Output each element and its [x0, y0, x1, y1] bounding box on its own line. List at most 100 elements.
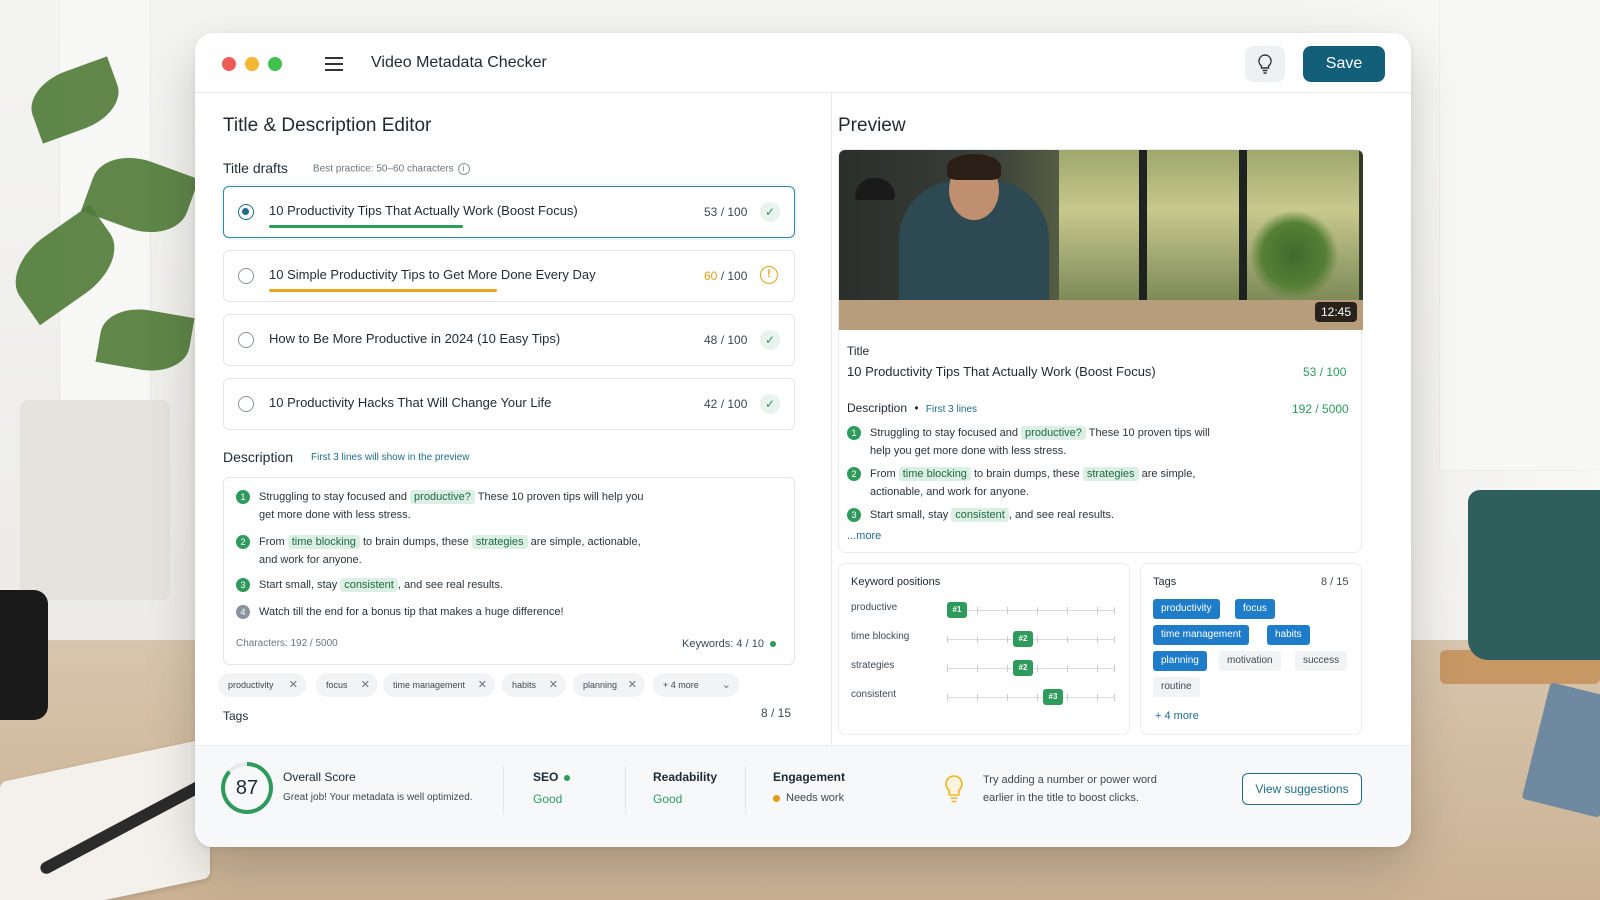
preview-description-line-3: 3 Start small, stay consistent, and see … [847, 506, 1217, 524]
video-duration: 12:45 [1314, 302, 1357, 322]
text-segment: to brain dumps, these [359, 536, 472, 548]
keyword-count: Keywords: 4 / 10 [682, 638, 776, 650]
keyword-highlight: strategies [1082, 467, 1139, 481]
draft-title-text: How to Be More Productive in 2024 (10 Ea… [269, 331, 561, 346]
overall-score-message: Great job! Your metadata is well optimiz… [283, 792, 473, 803]
preview-tag[interactable]: motivation [1219, 651, 1281, 671]
draft-count-max: / 100 [720, 205, 748, 219]
title-draft-3[interactable]: How to Be More Productive in 2024 (10 Ea… [223, 314, 795, 366]
preview-tag[interactable]: routine [1153, 677, 1200, 697]
minimize-window-button[interactable] [245, 57, 259, 71]
preview-more-tags-link[interactable]: + 4 more [1155, 710, 1199, 722]
lightbulb-button[interactable] [1245, 46, 1285, 82]
editor-heading: Title & Description Editor [223, 115, 432, 136]
remove-tag-icon[interactable]: ✕ [628, 673, 637, 697]
description-line-4: 4 Watch till the end for a bonus tip tha… [236, 603, 656, 621]
preview-tag[interactable]: planning [1153, 651, 1207, 671]
keyword-track: #1 [947, 602, 1115, 618]
tag-text: habits [512, 680, 537, 690]
keyword-position-row: strategies #2 [851, 658, 1121, 678]
remove-tag-icon[interactable]: ✕ [289, 673, 298, 697]
engagement-label: Engagement [773, 770, 846, 784]
radio-selected[interactable] [238, 204, 254, 220]
more-tags-dropdown[interactable]: + 4 more ⌄ [653, 673, 739, 697]
video-thumbnail[interactable]: 12:45 [839, 150, 1363, 330]
remove-tag-icon[interactable]: ✕ [361, 673, 370, 697]
preview-description-count: 192 / 5000 [1292, 402, 1349, 416]
summary-separator [625, 766, 626, 814]
tag-text: focus [326, 680, 348, 690]
text-segment: Struggling to stay focused and [870, 427, 1022, 439]
line-number-badge: 3 [236, 578, 250, 592]
check-icon: ✓ [760, 394, 780, 414]
text-segment: , and see real results. [397, 579, 503, 591]
separator-bullet: • [914, 401, 919, 415]
title-drafts-hint: Best practice: 50–60 characters i [313, 163, 470, 175]
check-icon: ✓ [760, 202, 780, 222]
remove-tag-icon[interactable]: ✕ [549, 673, 558, 697]
preview-tag[interactable]: productivity [1153, 599, 1220, 619]
maximize-window-button[interactable] [268, 57, 282, 71]
info-icon[interactable]: i [457, 163, 470, 175]
title-draft-2[interactable]: 10 Simple Productivity Tips to Get More … [223, 250, 795, 302]
text-segment: Struggling to stay focused and [259, 491, 411, 503]
preview-tag[interactable]: time management [1153, 625, 1250, 645]
tag-chip[interactable]: time management ✕ [383, 673, 495, 697]
view-suggestions-button[interactable]: View suggestions [1242, 773, 1362, 805]
score-summary-bar: 87 Overall Score Great job! Your metadat… [195, 745, 1411, 847]
seo-label: SEO [533, 770, 571, 784]
line-text: Struggling to stay focused and productiv… [236, 488, 656, 524]
tag-chip[interactable]: productivity ✕ [218, 673, 306, 697]
text-segment: From [259, 536, 288, 548]
close-window-button[interactable] [222, 57, 236, 71]
radio-unselected[interactable] [238, 396, 254, 412]
keyword-track: #2 [947, 660, 1115, 676]
keyword-count-text: Keywords: 4 / 10 [682, 638, 764, 650]
character-count: Characters: 192 / 5000 [236, 638, 338, 649]
description-line-3: 3 Start small, stay consistent, and see … [236, 576, 656, 594]
keyword-highlight: productive? [410, 490, 475, 504]
lightbulb-icon [1258, 54, 1272, 74]
tag-chip[interactable]: habits ✕ [502, 673, 566, 697]
line-text: From time blocking to brain dumps, these… [236, 533, 656, 569]
line-number-badge: 3 [847, 508, 861, 522]
preview-description-line-1: 1 Struggling to stay focused and product… [847, 424, 1217, 460]
hamburger-menu-icon[interactable] [323, 53, 345, 75]
radio-unselected[interactable] [238, 268, 254, 284]
seo-label-text: SEO [533, 770, 559, 784]
description-textarea[interactable]: 1 Struggling to stay focused and product… [223, 477, 795, 665]
keyword-name: time blocking [851, 631, 910, 642]
seo-value: Good [533, 792, 563, 806]
show-more-link[interactable]: ...more [847, 530, 881, 542]
tag-chip[interactable]: focus ✕ [316, 673, 378, 697]
thumbnail-person-hair [947, 154, 1001, 180]
remove-tag-icon[interactable]: ✕ [478, 673, 487, 697]
preview-tag[interactable]: focus [1235, 599, 1275, 619]
tip-line-2: earlier in the title to boost clicks. [983, 792, 1139, 804]
line-text: Struggling to stay focused and productiv… [847, 424, 1217, 460]
draft-char-count: 53 / 100 [704, 205, 747, 219]
line-number-badge: 1 [236, 490, 250, 504]
preview-title-count: 53 / 100 [1303, 365, 1347, 379]
keyword-position-row: productive #1 [851, 600, 1121, 620]
text-segment: From [870, 468, 899, 480]
save-button[interactable]: Save [1303, 46, 1385, 82]
title-draft-4[interactable]: 10 Productivity Hacks That Will Change Y… [223, 378, 795, 430]
keyword-highlight: time blocking [287, 535, 360, 549]
thumbnail-lamp [855, 178, 895, 200]
title-draft-1[interactable]: 10 Productivity Tips That Actually Work … [223, 186, 795, 238]
panel-divider [831, 93, 832, 793]
description-label: Description [223, 449, 294, 465]
draft-length-bar [269, 289, 497, 292]
preview-description-hint: First 3 lines [925, 404, 978, 415]
overall-score-value: 87 [225, 766, 269, 810]
preview-tag[interactable]: habits [1267, 625, 1310, 645]
radio-unselected[interactable] [238, 332, 254, 348]
keyword-positions-label: Keyword positions [851, 576, 941, 588]
keyword-position-row: time blocking #2 [851, 629, 1121, 649]
engagement-value-text: Needs work [786, 792, 845, 804]
tag-chip[interactable]: planning ✕ [573, 673, 645, 697]
draft-count-value: 48 [704, 333, 718, 347]
preview-tag[interactable]: success [1295, 651, 1348, 671]
app-window: Video Metadata Checker Save Title & Desc… [195, 33, 1411, 847]
